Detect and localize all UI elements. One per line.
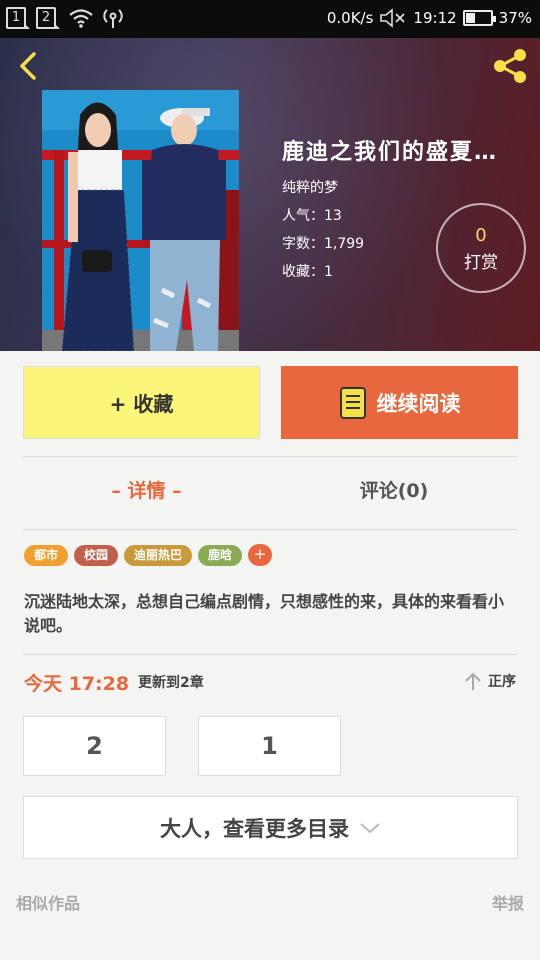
add-tag-button[interactable]: + (248, 544, 273, 566)
tip-label: 打赏 (464, 253, 498, 273)
tag-badge[interactable]: 鹿晗 (198, 544, 243, 566)
sort-order-button[interactable]: 正序 (464, 671, 516, 691)
battery-icon (462, 10, 496, 26)
book-icon (339, 386, 366, 419)
hotspot-icon (103, 9, 123, 28)
sim2-icon: 2 (36, 7, 60, 29)
similar-works-label: 相似作品 (16, 894, 81, 913)
tip-count: 0 (475, 225, 487, 246)
view-more-label: 大人，查看更多目录 (160, 816, 349, 841)
tip-button[interactable]: 0 打赏 (436, 203, 526, 293)
book-cover-image (42, 90, 239, 351)
tag-badge[interactable]: 校园 (74, 544, 119, 566)
back-arrow-icon[interactable] (14, 48, 44, 84)
update-chapter-count: 更新到2章 (138, 675, 204, 691)
divider (23, 529, 518, 530)
report-link[interactable]: 举报 (492, 890, 524, 914)
chapter-item[interactable]: 2 (23, 716, 166, 776)
book-header: 鹿迪之我们的盛夏… 纯粹的梦 人气：13 字数：1,799 收藏：1 0 打赏 (0, 38, 540, 351)
wifi-icon (69, 9, 93, 28)
view-more-chapters-button[interactable]: 大人，查看更多目录 (23, 796, 518, 859)
add-favorite-button[interactable]: + 收藏 (23, 366, 260, 439)
author-name[interactable]: 纯粹的梦 (282, 180, 532, 196)
tag-list: 都市 校园 迪丽热巴 鹿晗 + (24, 544, 273, 566)
sim1-icon: 1 (6, 7, 30, 29)
update-info: 今天 17:28 更新到2章 正序 (24, 669, 518, 695)
update-time: 今天 17:28 (24, 673, 130, 695)
synopsis-text: 沉迷陆地太深，总想自己编点剧情，只想感性的来，具体的来看看小说吧。 (24, 592, 505, 635)
book-title: 鹿迪之我们的盛夏… (282, 140, 499, 165)
chevron-down-icon (360, 822, 380, 833)
tab-comments[interactable]: 评论(0) (270, 466, 518, 516)
continue-reading-button[interactable]: 继续阅读 (281, 366, 518, 439)
battery-percent: 37% (498, 9, 532, 27)
sort-label: 正序 (488, 674, 516, 690)
tab-detail[interactable]: – 详情 – (23, 466, 270, 516)
tag-badge[interactable]: 都市 (24, 544, 69, 566)
status-bar: 1 2 0.0K/s 19:12 37% (0, 0, 540, 38)
clock: 19:12 (413, 9, 457, 27)
net-speed: 0.0K/s (326, 9, 374, 27)
add-favorite-label: + 收藏 (109, 392, 174, 416)
mute-icon (380, 8, 406, 28)
divider (23, 654, 518, 655)
divider (23, 456, 518, 457)
continue-reading-label: 继续阅读 (376, 391, 461, 416)
share-icon[interactable] (490, 46, 530, 86)
tag-badge[interactable]: 迪丽热巴 (124, 544, 193, 566)
chapter-item[interactable]: 1 (198, 716, 341, 776)
arrow-up-icon (465, 672, 481, 690)
